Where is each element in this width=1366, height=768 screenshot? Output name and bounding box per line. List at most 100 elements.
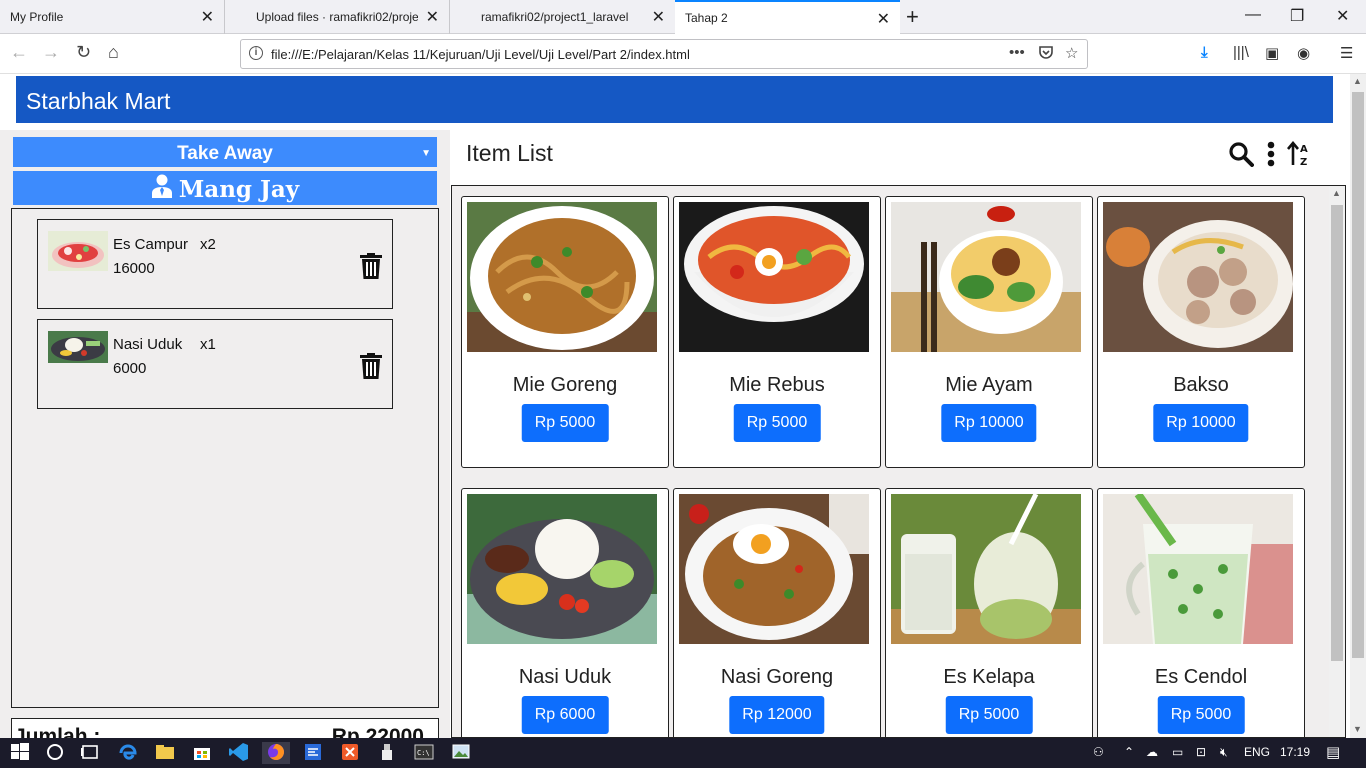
url-bar[interactable]: i file:///E:/Pelajaran/Kelas 11/Kejuruan…	[240, 39, 1088, 69]
item-grid-scrollbar[interactable]: ▲	[1329, 186, 1345, 737]
xampp-icon[interactable]	[340, 742, 362, 764]
browser-tab[interactable]: My Profile ✕	[0, 0, 225, 34]
total-box: Jumlah : Rp 22000	[11, 718, 439, 738]
cart-item-qty: x2	[200, 236, 216, 253]
bookmark-star-icon[interactable]: ☆	[1065, 44, 1078, 62]
browser-tab-active[interactable]: Tahap 2 ✕	[675, 0, 900, 35]
close-tab-icon[interactable]: ✕	[426, 7, 439, 27]
back-icon[interactable]: ←	[10, 42, 28, 63]
more-actions-icon[interactable]: •••	[1009, 44, 1025, 61]
product-card[interactable]: Mie Rebus Rp 5000	[673, 196, 881, 468]
product-card[interactable]: Bakso Rp 10000	[1097, 196, 1305, 468]
tab-title: ramafikri02/project1_laravel	[481, 10, 629, 24]
usb-drive-icon[interactable]	[377, 742, 399, 764]
product-card[interactable]: Es Cendol Rp 5000	[1097, 488, 1305, 737]
scroll-down-icon[interactable]: ▼	[1353, 724, 1362, 734]
product-card[interactable]: Es Kelapa Rp 5000	[885, 488, 1093, 737]
customer-name-bar[interactable]: Mang Jay	[13, 171, 437, 205]
forward-icon[interactable]: →	[42, 42, 60, 63]
product-name: Mie Ayam	[945, 374, 1033, 396]
cortana-search-icon[interactable]	[45, 742, 67, 764]
search-icon[interactable]	[1228, 141, 1254, 172]
task-view-icon[interactable]	[80, 742, 102, 764]
add-to-cart-button[interactable]: Rp 5000	[733, 404, 821, 442]
product-name: Nasi Uduk	[518, 666, 612, 688]
volume-mute-icon[interactable]: 🔇︎	[1220, 745, 1228, 760]
store-icon[interactable]	[192, 742, 214, 764]
close-tab-icon[interactable]: ✕	[877, 9, 890, 29]
scroll-up-icon[interactable]: ▲	[1332, 188, 1341, 198]
clock[interactable]: 17:19	[1280, 745, 1310, 759]
product-name: Mie Rebus	[729, 374, 825, 396]
download-icon[interactable]: ⤓	[1201, 44, 1208, 61]
svg-text:Z: Z	[1300, 157, 1307, 167]
cart-item-thumbnail	[48, 231, 108, 271]
cart-item-qty: x1	[200, 336, 216, 353]
add-to-cart-button[interactable]: Rp 5000	[945, 696, 1033, 734]
scrollbar-thumb[interactable]	[1352, 92, 1364, 658]
close-tab-icon[interactable]: ✕	[652, 7, 665, 27]
action-center-icon[interactable]: ▤	[1326, 743, 1340, 761]
product-card[interactable]: Mie Goreng Rp 5000	[461, 196, 669, 468]
reload-icon[interactable]: ↻	[76, 42, 91, 63]
sidebar-icon[interactable]: ▣	[1265, 44, 1279, 62]
product-card[interactable]: Mie Ayam Rp 10000	[885, 196, 1093, 468]
product-card[interactable]: Nasi Goreng Rp 12000	[673, 488, 881, 737]
add-to-cart-button[interactable]: Rp 10000	[1153, 404, 1249, 442]
item-list-title: Item List	[466, 140, 553, 166]
new-tab-icon[interactable]: +	[906, 4, 919, 30]
browser-tab[interactable]: Upload files · ramafikri02/proje ✕	[225, 0, 450, 34]
product-image-mie-ayam	[891, 202, 1081, 352]
file-explorer-icon[interactable]	[155, 742, 177, 764]
windows-start-icon[interactable]	[10, 742, 32, 764]
page-scrollbar[interactable]: ▲ ▼	[1350, 74, 1366, 738]
trash-icon[interactable]	[360, 353, 382, 384]
vscode-icon[interactable]	[229, 742, 251, 764]
svg-text:C:\: C:\	[417, 749, 430, 757]
cart-item-price: 16000	[113, 260, 155, 277]
edge-icon[interactable]	[118, 742, 140, 764]
total-value: Rp 22000	[331, 725, 424, 738]
battery-icon[interactable]: ▭	[1172, 745, 1183, 759]
scroll-up-icon[interactable]: ▲	[1353, 76, 1362, 86]
onedrive-icon[interactable]: ☁	[1146, 745, 1158, 759]
order-type-select[interactable]: Take Away ▼	[13, 137, 437, 167]
window-close-icon[interactable]: ✕	[1336, 6, 1349, 26]
info-icon[interactable]: i	[249, 46, 263, 60]
chevron-down-icon: ▼	[421, 148, 431, 159]
trash-icon[interactable]	[360, 253, 382, 284]
add-to-cart-button[interactable]: Rp 12000	[729, 696, 825, 734]
app-icon[interactable]	[303, 742, 325, 764]
scrollbar-thumb[interactable]	[1331, 205, 1343, 661]
account-icon[interactable]: ◉	[1297, 44, 1310, 62]
people-icon[interactable]: ⚇	[1093, 745, 1104, 759]
add-to-cart-button[interactable]: Rp 5000	[521, 404, 609, 442]
add-to-cart-button[interactable]: Rp 6000	[521, 696, 609, 734]
restore-icon[interactable]: ❐	[1290, 6, 1304, 26]
cart-item-price: 6000	[113, 360, 147, 377]
kebab-menu-icon[interactable]	[1267, 141, 1275, 172]
network-icon[interactable]: ⊡	[1196, 745, 1206, 759]
sort-alpha-icon[interactable]: AZ	[1287, 140, 1313, 172]
firefox-icon[interactable]	[262, 742, 290, 764]
product-image-mie-goreng	[467, 202, 657, 352]
language-indicator[interactable]: ENG	[1244, 745, 1270, 759]
product-image-nasi-goreng	[679, 494, 869, 644]
add-to-cart-button[interactable]: Rp 10000	[941, 404, 1037, 442]
library-icon[interactable]: |||\	[1233, 44, 1249, 61]
minimize-icon[interactable]: —	[1245, 6, 1261, 24]
url-text: file:///E:/Pelajaran/Kelas 11/Kejuruan/U…	[271, 47, 690, 62]
tray-expand-icon[interactable]: ⌃	[1124, 745, 1134, 759]
menu-icon[interactable]: ☰	[1340, 44, 1353, 62]
terminal-icon[interactable]: C:\	[414, 742, 436, 764]
cart-item: Es Campur x2 16000	[37, 219, 393, 309]
pocket-icon[interactable]	[1038, 44, 1054, 64]
close-tab-icon[interactable]: ✕	[201, 7, 214, 27]
browser-tab[interactable]: ramafikri02/project1_laravel ✕	[450, 0, 675, 34]
image-viewer-icon[interactable]	[451, 742, 473, 764]
page-content: Starbhak Mart Take Away ▼ Mang Jay Es Ca…	[0, 74, 1366, 738]
add-to-cart-button[interactable]: Rp 5000	[1157, 696, 1245, 734]
product-card[interactable]: Nasi Uduk Rp 6000	[461, 488, 669, 737]
order-type-label: Take Away	[177, 143, 273, 164]
home-icon[interactable]: ⌂	[108, 42, 119, 63]
